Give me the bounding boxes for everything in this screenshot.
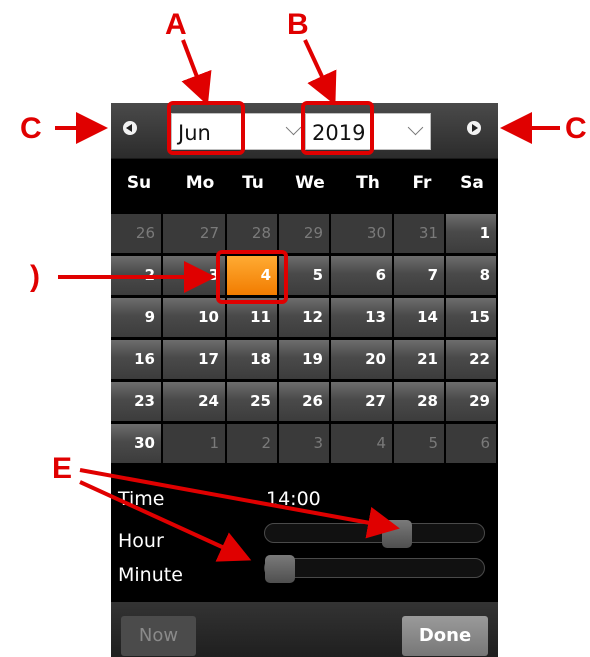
annotation-label-d: ) [30,260,40,293]
annotation-label-c-left: C [20,112,42,145]
arrow-b [303,39,337,106]
annotation-label-c-right: C [565,112,587,145]
arrow-a [181,39,212,106]
arrow-e-hour [79,468,400,539]
annotation-label-e: E [52,452,73,485]
annotation-label-b: B [287,8,309,41]
annotation-arrows [55,39,560,562]
annotation-label-a: A [165,8,187,41]
arrow-e-minute [79,480,252,562]
